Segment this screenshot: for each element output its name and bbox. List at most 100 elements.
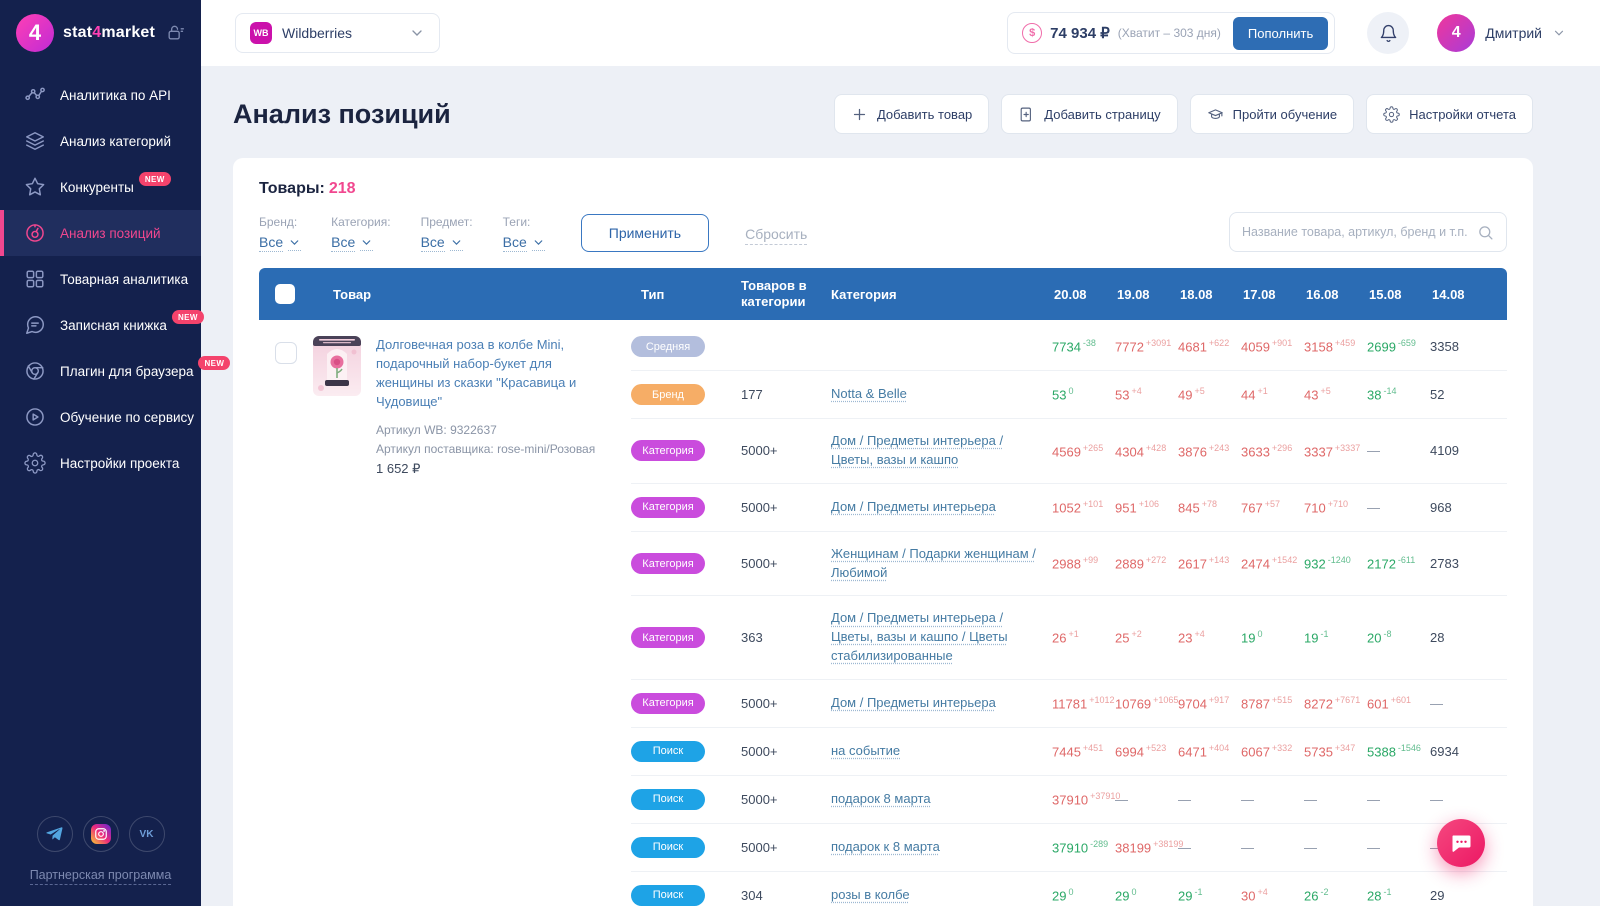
category-count: 5000+ bbox=[741, 696, 831, 711]
column-category: Категория bbox=[831, 287, 1040, 302]
sidebar-item-label: Записная книжка bbox=[60, 318, 167, 333]
row-checkbox[interactable] bbox=[275, 342, 297, 364]
instagram-icon[interactable] bbox=[83, 816, 119, 852]
column-date: 17.08 bbox=[1229, 287, 1292, 302]
table-row: Поиск 304 розы в колбе 29029029-130+426-… bbox=[631, 871, 1507, 906]
position-value: 2783 bbox=[1418, 556, 1481, 571]
sidebar-item-category-analysis[interactable]: Анализ категорий bbox=[0, 118, 201, 164]
search-input[interactable] bbox=[1242, 225, 1477, 239]
position-value: 43+5 bbox=[1292, 386, 1355, 402]
apply-filters-button[interactable]: Применить bbox=[581, 214, 709, 252]
action-button-label: Настройки отчета bbox=[1409, 107, 1516, 122]
filter-dropdown[interactable]: Предмет: Все bbox=[421, 215, 473, 252]
brand-prefix: stat bbox=[63, 24, 92, 41]
products-label: Товары: bbox=[259, 180, 325, 197]
position-value: 19-1 bbox=[1292, 629, 1355, 645]
table-row: Категория 5000+ Дом / Предметы интерьера… bbox=[631, 483, 1507, 531]
marketplace-select[interactable]: WB Wildberries bbox=[235, 13, 440, 53]
category-link[interactable]: Notta & Belle bbox=[831, 386, 921, 401]
filter-dropdown[interactable]: Бренд: Все bbox=[259, 215, 301, 252]
training-action-button[interactable]: Пройти обучение bbox=[1190, 94, 1354, 134]
select-all-checkbox[interactable] bbox=[275, 284, 295, 304]
reset-filters-button[interactable]: Сбросить bbox=[745, 226, 807, 252]
marketplace-name: Wildberries bbox=[282, 25, 399, 41]
sidebar-item-api-analytics[interactable]: Аналитика по API bbox=[0, 72, 201, 118]
table-row: Бренд 177 Notta & Belle 53053+449+544+14… bbox=[631, 370, 1507, 418]
notifications-button[interactable] bbox=[1367, 12, 1409, 54]
category-count: 304 bbox=[741, 888, 831, 903]
product-article-supplier: Артикул поставщика: rose-mini/Розовая bbox=[376, 440, 608, 459]
position-value: 30+4 bbox=[1229, 887, 1292, 903]
product-image[interactable] bbox=[313, 336, 361, 396]
sidebar-item-browser-plugin[interactable]: Плагин для браузера NEW bbox=[0, 348, 201, 394]
vk-icon[interactable]: VK bbox=[129, 816, 165, 852]
category-link[interactable]: Дом / Предметы интерьера bbox=[831, 499, 1010, 514]
sidebar-item-label: Анализ категорий bbox=[60, 134, 171, 149]
table-header: Товар Тип Товаров в категории Категория … bbox=[259, 268, 1507, 320]
competitors-icon bbox=[24, 176, 46, 198]
logo-icon[interactable]: 4 bbox=[16, 14, 54, 52]
sidebar: 4 stat4market Аналитика по API Анализ ка… bbox=[0, 0, 201, 906]
action-button-label: Добавить товар bbox=[877, 107, 972, 122]
type-badge: Категория bbox=[631, 693, 705, 714]
position-value: — bbox=[1166, 840, 1229, 855]
page-title: Анализ позиций bbox=[233, 99, 451, 130]
sidebar-item-product-analytics[interactable]: Товарная аналитика bbox=[0, 256, 201, 302]
position-value: 7734-38 bbox=[1040, 338, 1103, 354]
sidebar-item-competitors[interactable]: Конкуренты NEW bbox=[0, 164, 201, 210]
position-value: 290 bbox=[1040, 887, 1103, 903]
plus-action-button[interactable]: Добавить товар bbox=[834, 94, 989, 134]
category-link[interactable]: розы в колбе bbox=[831, 887, 924, 902]
position-value: — bbox=[1292, 792, 1355, 807]
product-title-link[interactable]: Долговечная роза в колбе Mini, подарочны… bbox=[376, 336, 608, 411]
sidebar-item-project-settings[interactable]: Настройки проекта bbox=[0, 440, 201, 486]
category-link[interactable]: подарок к 8 марта bbox=[831, 839, 954, 854]
position-value: 3158+459 bbox=[1292, 338, 1355, 354]
report-settings-action-button[interactable]: Настройки отчета bbox=[1366, 94, 1533, 134]
position-value: 7772+3091 bbox=[1103, 338, 1166, 354]
lock-icon[interactable] bbox=[165, 23, 185, 43]
coin-icon: $ bbox=[1022, 23, 1042, 43]
api-analytics-icon bbox=[24, 84, 46, 106]
category-link[interactable]: Дом / Предметы интерьера / Цветы, вазы и… bbox=[831, 433, 1003, 467]
sidebar-item-label: Плагин для браузера bbox=[60, 364, 193, 379]
chat-fab-button[interactable] bbox=[1437, 819, 1485, 867]
type-badge: Поиск bbox=[631, 741, 705, 762]
partner-program-link[interactable]: Партнерская программа bbox=[30, 868, 172, 885]
column-date: 15.08 bbox=[1355, 287, 1418, 302]
new-badge: NEW bbox=[139, 172, 171, 186]
table-body: Средняя 7734-387772+30914681+6224059+901… bbox=[631, 320, 1507, 906]
table-row: Категория 5000+ Дом / Предметы интерьера… bbox=[631, 418, 1507, 483]
logo-row: 4 stat4market bbox=[0, 0, 201, 68]
sidebar-item-label: Анализ позиций bbox=[60, 226, 161, 241]
category-link[interactable]: Женщинам / Подарки женщинам / Любимой bbox=[831, 546, 1036, 580]
position-value: 2474+1542 bbox=[1229, 555, 1292, 571]
add-page-action-button[interactable]: Добавить страницу bbox=[1001, 94, 1177, 134]
position-value: 530 bbox=[1040, 386, 1103, 402]
category-link[interactable]: подарок 8 марта bbox=[831, 791, 945, 806]
type-badge: Категория bbox=[631, 440, 705, 461]
product-row: Долговечная роза в колбе Mini, подарочны… bbox=[259, 320, 1507, 906]
category-link[interactable]: на событие bbox=[831, 743, 914, 758]
position-value: 6994+523 bbox=[1103, 743, 1166, 759]
search-icon[interactable] bbox=[1477, 224, 1494, 241]
report-settings-icon bbox=[1383, 106, 1400, 123]
column-date: 14.08 bbox=[1418, 287, 1481, 302]
product-analytics-icon bbox=[24, 268, 46, 290]
topup-button[interactable]: Пополнить bbox=[1233, 17, 1328, 50]
position-value: 190 bbox=[1229, 629, 1292, 645]
sidebar-item-position-analysis[interactable]: Анализ позиций bbox=[0, 210, 201, 256]
filter-dropdown[interactable]: Категория: Все bbox=[331, 215, 390, 252]
category-analysis-icon bbox=[24, 130, 46, 152]
action-button-label: Добавить страницу bbox=[1044, 107, 1160, 122]
user-menu[interactable]: 4 Дмитрий bbox=[1437, 14, 1566, 52]
telegram-icon[interactable] bbox=[37, 816, 73, 852]
type-badge: Поиск bbox=[631, 837, 705, 858]
sidebar-item-notebook[interactable]: Записная книжка NEW bbox=[0, 302, 201, 348]
sidebar-item-service-training[interactable]: Обучение по сервису bbox=[0, 394, 201, 440]
category-link[interactable]: Дом / Предметы интерьера / Цветы, вазы и… bbox=[831, 610, 1008, 663]
position-value: 3337+3337 bbox=[1292, 443, 1355, 459]
position-value: 4569+265 bbox=[1040, 443, 1103, 459]
filter-dropdown[interactable]: Теги: Все bbox=[503, 215, 545, 252]
category-link[interactable]: Дом / Предметы интерьера bbox=[831, 695, 1010, 710]
